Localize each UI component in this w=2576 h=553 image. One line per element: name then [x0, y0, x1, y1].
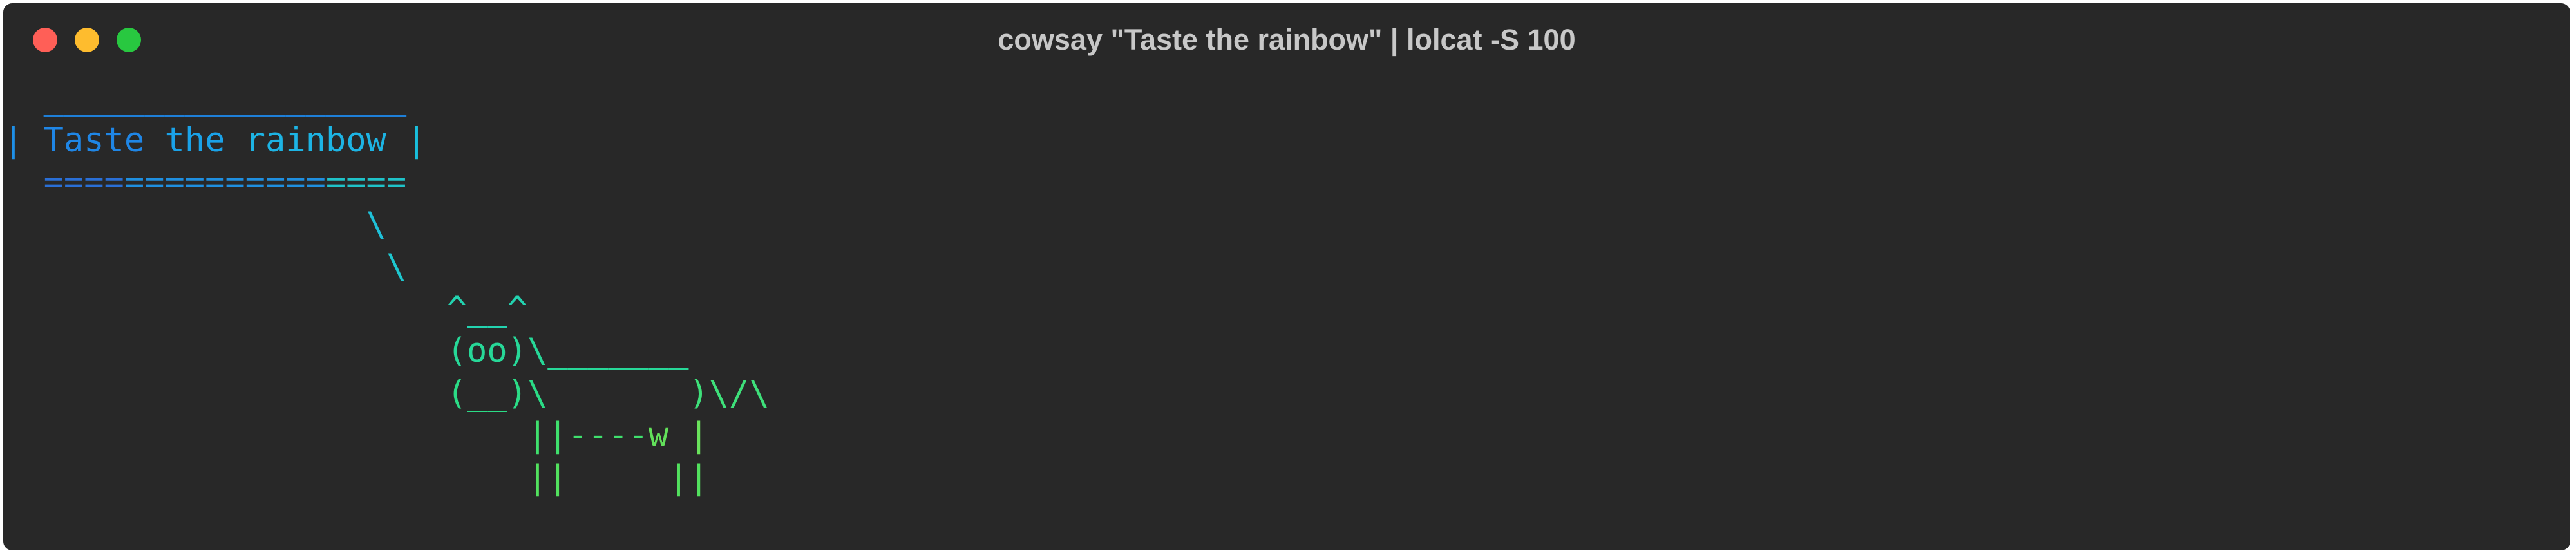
title-bar[interactable]: cowsay "Taste the rainbow" | lolcat -S 1… — [3, 3, 2570, 73]
terminal-line: \ — [3, 246, 770, 288]
window-title: cowsay "Taste the rainbow" | lolcat -S 1… — [998, 23, 1576, 56]
terminal-text-segment: __________________ — [3, 79, 427, 117]
terminal-text-segment: )\/\ — [688, 373, 770, 413]
terminal-text-segment: w — [648, 416, 669, 455]
terminal-line: ^__^ — [3, 288, 770, 331]
terminal-text-segment: the — [164, 120, 245, 160]
terminal-output[interactable]: __________________ | Taste the rainbow |… — [3, 77, 770, 499]
terminal-text-segment: (__)\ — [3, 373, 689, 413]
terminal-text-segment: || || — [3, 458, 709, 497]
terminal-line: \ — [3, 204, 770, 247]
terminal-line: (__)\ )\/\ — [3, 373, 770, 415]
terminal-text-segment: ========== — [124, 163, 326, 202]
terminal-line: __________________ — [3, 77, 770, 120]
terminal-line: ||----w | — [3, 415, 770, 457]
terminal-text-segment: ==== — [3, 163, 124, 202]
terminal-window: cowsay "Taste the rainbow" | lolcat -S 1… — [3, 3, 2570, 550]
terminal-text-segment: ||---- — [3, 416, 649, 455]
terminal-text-segment: ^__^ — [3, 289, 527, 328]
terminal-text-segment: | — [3, 120, 44, 160]
terminal-line: || || — [3, 457, 770, 500]
terminal-text-segment: rainbow — [245, 120, 386, 160]
terminal-text-segment: | — [668, 416, 709, 455]
terminal-text-segment: (oo)\_______ — [3, 332, 689, 370]
terminal-line: (oo)\_______ — [3, 330, 770, 373]
terminal-text-segment: Taste — [43, 120, 165, 160]
terminal-text-segment: | — [386, 120, 427, 160]
terminal-text-segment: \ — [3, 205, 386, 244]
terminal-line: ================== — [3, 162, 770, 204]
terminal-line: | Taste the rainbow | — [3, 120, 770, 162]
terminal-text-segment: ==== — [325, 163, 407, 202]
terminal-text-segment: \ — [3, 247, 407, 286]
